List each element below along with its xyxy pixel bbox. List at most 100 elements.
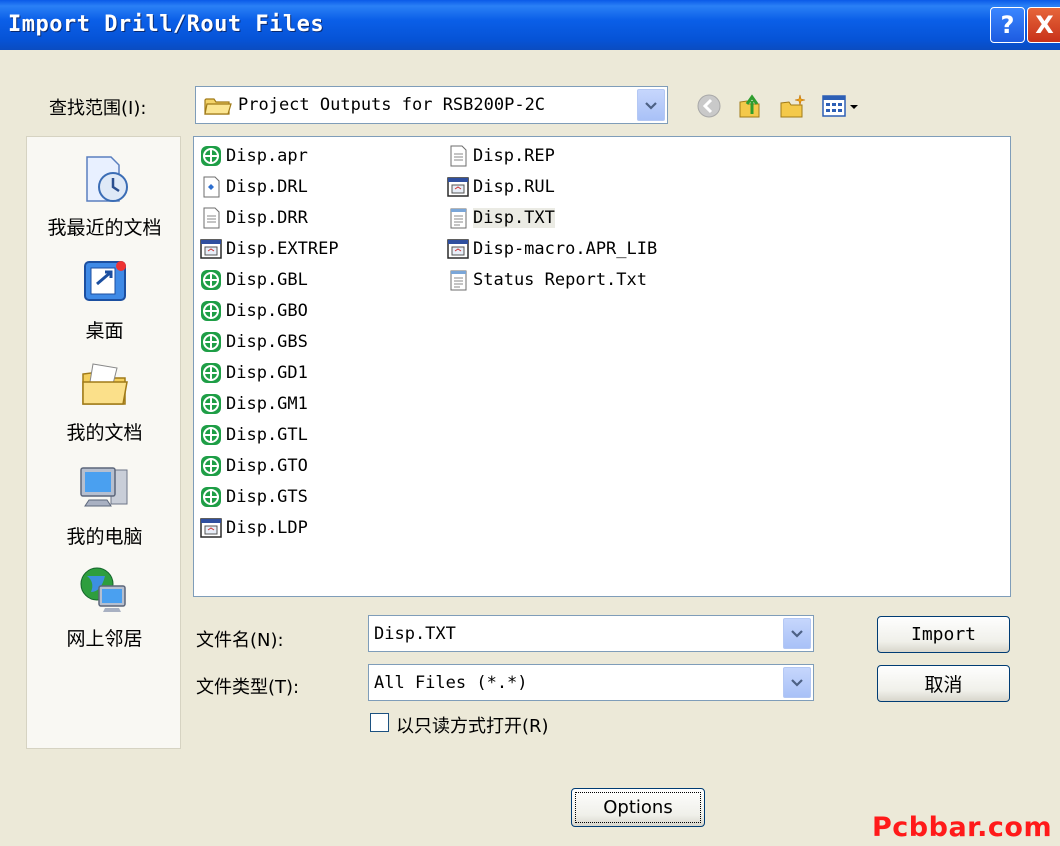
report-icon — [447, 238, 469, 259]
place-label: 桌面 — [85, 320, 124, 342]
chevron-down-icon — [645, 101, 657, 110]
recent-documents-icon — [85, 156, 128, 202]
file-name: Disp.LDP — [226, 517, 308, 538]
file-name: Disp.GD1 — [226, 362, 308, 383]
file-item[interactable]: Disp.EXTREP — [200, 235, 343, 262]
text-file-icon — [203, 207, 220, 228]
filename-value: Disp.TXT — [374, 623, 456, 644]
look-in-combo[interactable]: Project Outputs for RSB200P-2C — [195, 86, 668, 124]
file-name: Disp.DRR — [226, 207, 308, 228]
place-my-computer[interactable]: 我的电脑 — [27, 460, 182, 549]
look-in-value: Project Outputs for RSB200P-2C — [238, 95, 546, 115]
window-title: Import Drill/Rout Files — [8, 12, 325, 37]
file-item[interactable]: Status Report.Txt — [447, 266, 651, 293]
gerber-icon — [201, 269, 221, 290]
file-name: Status Report.Txt — [473, 269, 647, 290]
help-button[interactable]: ? — [990, 7, 1025, 43]
file-item[interactable]: Disp.RUL — [447, 173, 559, 200]
file-name: Disp.GTO — [226, 455, 308, 476]
place-desktop[interactable]: 桌面 — [27, 254, 182, 343]
file-name: Disp.DRL — [226, 176, 308, 197]
filetype-label: 文件类型(T): — [196, 677, 300, 698]
file-item[interactable]: Disp.GTO — [200, 452, 312, 479]
look-in-label: 查找范围(I): — [49, 98, 147, 119]
file-item-selected[interactable]: Disp.TXT — [447, 204, 559, 231]
gerber-icon — [201, 362, 221, 383]
file-name: Disp.GTS — [226, 486, 308, 507]
filetype-value: All Files (*.*) — [374, 672, 528, 693]
file-item[interactable]: Disp-macro.APR_LIB — [447, 235, 661, 262]
cancel-button-label: 取消 — [924, 674, 963, 696]
gerber-icon — [201, 424, 221, 445]
file-item[interactable]: Disp.GBO — [200, 297, 312, 324]
gerber-icon — [201, 486, 221, 507]
report-icon — [200, 238, 222, 259]
filetype-dropdown-button[interactable] — [783, 667, 811, 698]
back-icon[interactable] — [695, 92, 723, 120]
file-item[interactable]: Disp.GD1 — [200, 359, 312, 386]
place-my-documents[interactable]: 我的文档 — [27, 356, 182, 445]
view-menu-icon[interactable] — [821, 92, 861, 120]
text-file-icon — [450, 145, 467, 166]
gerber-icon — [201, 300, 221, 321]
file-list[interactable]: Disp.apr Disp.DRL Disp.DRR Disp.EXTREP D… — [193, 136, 1011, 597]
file-name: Disp.GBO — [226, 300, 308, 321]
file-item[interactable]: Disp.GBS — [200, 328, 312, 355]
gerber-icon — [201, 145, 221, 166]
file-item[interactable]: Disp.LDP — [200, 514, 312, 541]
chevron-down-icon — [791, 679, 803, 687]
places-bar: 我最近的文档 桌面 我的文档 我的电脑 网上邻居 — [26, 136, 181, 749]
new-folder-icon[interactable] — [779, 92, 807, 120]
up-folder-icon[interactable] — [737, 92, 765, 120]
file-item[interactable]: Disp.GTL — [200, 421, 312, 448]
network-places-icon — [80, 567, 126, 612]
options-button-label: Options — [603, 797, 673, 818]
readonly-checkbox[interactable] — [370, 713, 389, 732]
filetype-select[interactable]: All Files (*.*) — [368, 664, 814, 701]
my-documents-icon — [81, 363, 128, 405]
chevron-down-icon — [791, 630, 803, 638]
file-item[interactable]: Disp.GBL — [200, 266, 312, 293]
look-in-dropdown-button[interactable] — [637, 89, 665, 121]
file-item[interactable]: Disp.REP — [447, 142, 559, 169]
my-computer-icon — [79, 467, 127, 507]
close-button[interactable]: X — [1027, 7, 1060, 43]
file-name: Disp.GBS — [226, 331, 308, 352]
file-item[interactable]: Disp.GTS — [200, 483, 312, 510]
place-label: 网上邻居 — [66, 628, 143, 650]
file-name: Disp.GM1 — [226, 393, 308, 414]
notepad-icon — [450, 208, 467, 228]
readonly-label[interactable]: 以只读方式打开(R) — [396, 712, 549, 738]
place-label: 我的电脑 — [66, 526, 143, 548]
watermark: Pcbbar.com — [872, 812, 1053, 843]
file-item[interactable]: Disp.GM1 — [200, 390, 312, 417]
place-network-places[interactable]: 网上邻居 — [27, 562, 182, 651]
file-name: Disp.RUL — [473, 176, 555, 197]
drill-file-icon — [203, 176, 220, 197]
file-name: Disp.GTL — [226, 424, 308, 445]
file-name: Disp.apr — [226, 145, 308, 166]
file-name: Disp.TXT — [473, 207, 555, 228]
notepad-icon — [450, 270, 467, 290]
file-name: Disp-macro.APR_LIB — [473, 238, 658, 259]
file-item[interactable]: Disp.DRL — [200, 173, 312, 200]
filename-label: 文件名(N): — [196, 630, 284, 651]
place-label: 我最近的文档 — [47, 217, 162, 239]
desktop-icon — [83, 261, 126, 301]
file-name: Disp.REP — [473, 145, 555, 166]
title-bar[interactable]: Import Drill/Rout Files ? X — [0, 0, 1060, 50]
place-label: 我的文档 — [66, 422, 143, 444]
file-name: Disp.GBL — [226, 269, 308, 290]
place-recent-documents[interactable]: 我最近的文档 — [27, 151, 182, 240]
report-icon — [447, 176, 469, 197]
cancel-button[interactable]: 取消 — [877, 665, 1010, 702]
filename-dropdown-button[interactable] — [783, 618, 811, 649]
filename-input[interactable]: Disp.TXT — [368, 615, 814, 652]
gerber-icon — [201, 455, 221, 476]
import-button-label: Import — [910, 624, 977, 645]
options-button[interactable]: Options — [571, 788, 705, 827]
help-icon: ? — [1000, 11, 1015, 39]
import-button[interactable]: Import — [877, 616, 1010, 653]
file-item[interactable]: Disp.DRR — [200, 204, 312, 231]
file-item[interactable]: Disp.apr — [200, 142, 312, 169]
